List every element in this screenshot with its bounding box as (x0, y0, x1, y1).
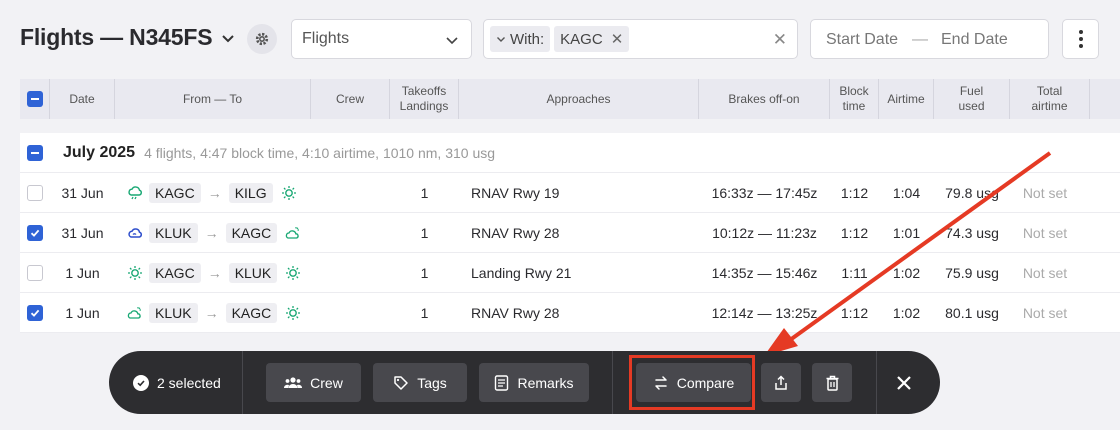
remarks-button-label: Remarks (517, 374, 574, 391)
tags-button[interactable]: Tags (373, 363, 467, 402)
crew-button[interactable]: Crew (266, 363, 361, 402)
export-button[interactable] (761, 363, 801, 402)
divider (876, 351, 877, 414)
close-button[interactable] (891, 370, 917, 396)
tag-icon (394, 375, 408, 390)
selection-action-bar: 2 selected Crew Tags Remarks Compare (109, 351, 940, 414)
share-icon (775, 374, 787, 390)
close-icon (897, 376, 911, 390)
check-circle-icon (133, 374, 149, 391)
trash-icon (826, 375, 838, 391)
remarks-button[interactable]: Remarks (479, 363, 589, 402)
divider (242, 351, 243, 414)
document-icon (495, 374, 509, 391)
selection-count-label: 2 selected (157, 374, 221, 391)
divider (612, 351, 613, 414)
users-icon (284, 376, 303, 388)
tags-button-label: Tags (417, 374, 447, 391)
selection-count: 2 selected (133, 351, 221, 414)
annotation-highlight-box (629, 355, 755, 410)
delete-button[interactable] (812, 363, 852, 402)
crew-button-label: Crew (310, 374, 343, 391)
